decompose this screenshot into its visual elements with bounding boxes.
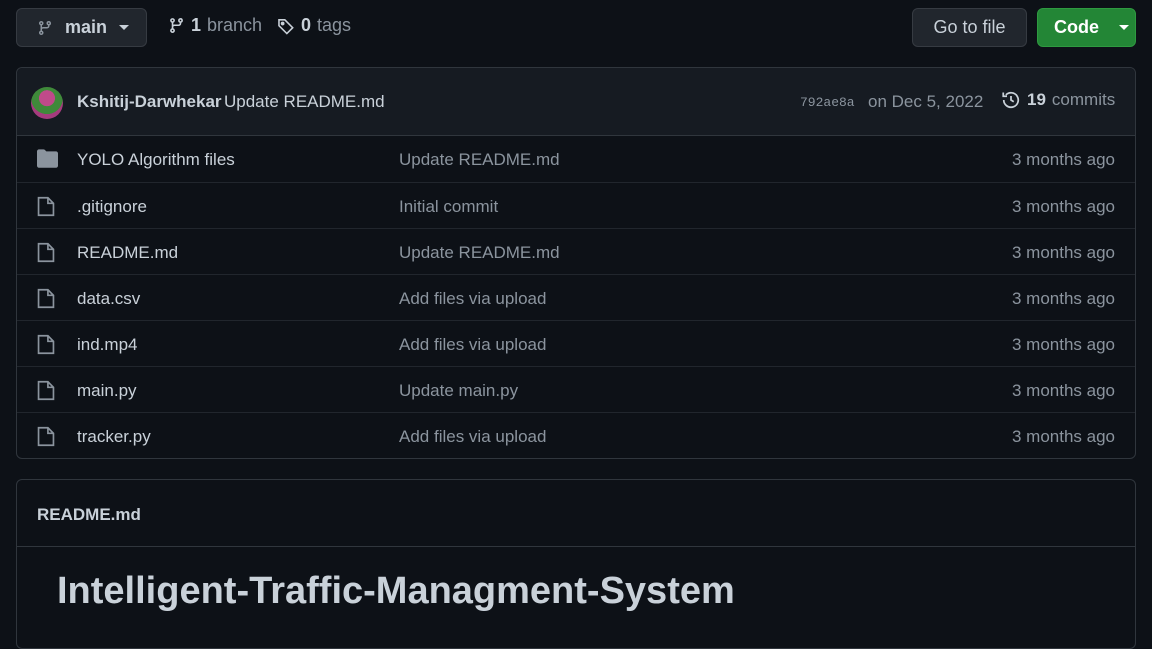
tag-count: 0 — [301, 15, 312, 35]
file-icon — [37, 334, 55, 355]
readme-heading: Intelligent-Traffic-Managment-System — [57, 570, 735, 612]
branches-link[interactable]: 1 branch — [168, 15, 262, 36]
tags-link[interactable]: 0 tags — [277, 15, 351, 36]
file-name[interactable]: main.py — [77, 381, 137, 401]
code-button-label: Code — [1054, 17, 1099, 37]
file-age: 3 months ago — [1011, 243, 1115, 262]
commit-date: on Dec 5, 2022 — [868, 92, 984, 111]
commit-count: 19 — [1027, 90, 1046, 109]
file-commit-message[interactable]: Update README.md — [399, 243, 560, 263]
list-item[interactable]: .gitignore Initial commit 3 months ago — [17, 182, 1135, 228]
file-age: 3 months ago — [1011, 335, 1115, 354]
file-name[interactable]: README.md — [77, 243, 178, 263]
file-age: 3 months ago — [1011, 150, 1115, 169]
file-commit-message[interactable]: Initial commit — [399, 197, 498, 217]
file-age: 3 months ago — [1011, 427, 1115, 446]
file-name[interactable]: ind.mp4 — [77, 335, 137, 355]
file-commit-message[interactable]: Update README.md — [399, 150, 560, 170]
branch-select-button[interactable]: main — [16, 8, 147, 47]
branch-count: 1 — [191, 15, 202, 35]
file-age: 3 months ago — [1011, 381, 1115, 400]
commit-author[interactable]: Kshitij-Darwhekar — [77, 92, 222, 112]
file-age: 3 months ago — [1011, 197, 1115, 216]
file-icon — [37, 242, 55, 263]
go-to-file-button[interactable]: Go to file — [912, 8, 1027, 47]
file-browser: Kshitij-Darwhekar Update README.md 792ae… — [16, 67, 1136, 459]
git-branch-icon — [170, 18, 183, 33]
file-icon — [37, 196, 55, 217]
list-item[interactable]: data.csv Add files via upload 3 months a… — [17, 274, 1135, 320]
file-name[interactable]: YOLO Algorithm files — [77, 150, 235, 170]
branch-label: branch — [207, 15, 263, 35]
history-icon — [1002, 91, 1020, 109]
readme-filename[interactable]: README.md — [37, 505, 141, 525]
git-branch-icon — [38, 20, 51, 35]
list-item[interactable]: tracker.py Add files via upload 3 months… — [17, 412, 1135, 458]
list-item[interactable]: main.py Update main.py 3 months ago — [17, 366, 1135, 412]
file-commit-message[interactable]: Add files via upload — [399, 427, 546, 447]
file-icon — [37, 426, 55, 447]
tag-label: tags — [317, 15, 352, 35]
file-name[interactable]: data.csv — [77, 289, 140, 309]
file-name[interactable]: tracker.py — [77, 427, 151, 447]
chevron-down-icon — [1119, 25, 1129, 30]
file-commit-message[interactable]: Update main.py — [399, 381, 518, 401]
file-commit-message[interactable]: Add files via upload — [399, 335, 546, 355]
list-item[interactable]: README.md Update README.md 3 months ago — [17, 228, 1135, 274]
file-age: 3 months ago — [1011, 289, 1115, 308]
commits-link[interactable]: 19 commits — [1001, 90, 1115, 110]
commit-message[interactable]: Update README.md — [224, 92, 385, 112]
list-item[interactable]: ind.mp4 Add files via upload 3 months ag… — [17, 320, 1135, 366]
file-list: YOLO Algorithm files Update README.md 3 … — [17, 136, 1135, 458]
file-commit-message[interactable]: Add files via upload — [399, 289, 546, 309]
divider — [17, 546, 1135, 547]
avatar[interactable] — [31, 87, 63, 119]
file-icon — [37, 380, 55, 401]
readme-panel: README.md Intelligent-Traffic-Managment-… — [16, 479, 1136, 649]
branch-name: main — [65, 17, 108, 37]
file-name[interactable]: .gitignore — [77, 197, 147, 217]
chevron-down-icon — [119, 25, 130, 30]
commit-label: commits — [1051, 90, 1116, 109]
list-item[interactable]: YOLO Algorithm files Update README.md 3 … — [17, 136, 1135, 182]
commit-sha[interactable]: 792ae8a — [800, 95, 855, 110]
file-icon — [37, 288, 55, 309]
tag-icon — [278, 18, 294, 35]
latest-commit-bar: Kshitij-Darwhekar Update README.md 792ae… — [17, 68, 1135, 136]
code-button[interactable]: Code — [1037, 8, 1136, 47]
folder-icon — [37, 149, 58, 168]
